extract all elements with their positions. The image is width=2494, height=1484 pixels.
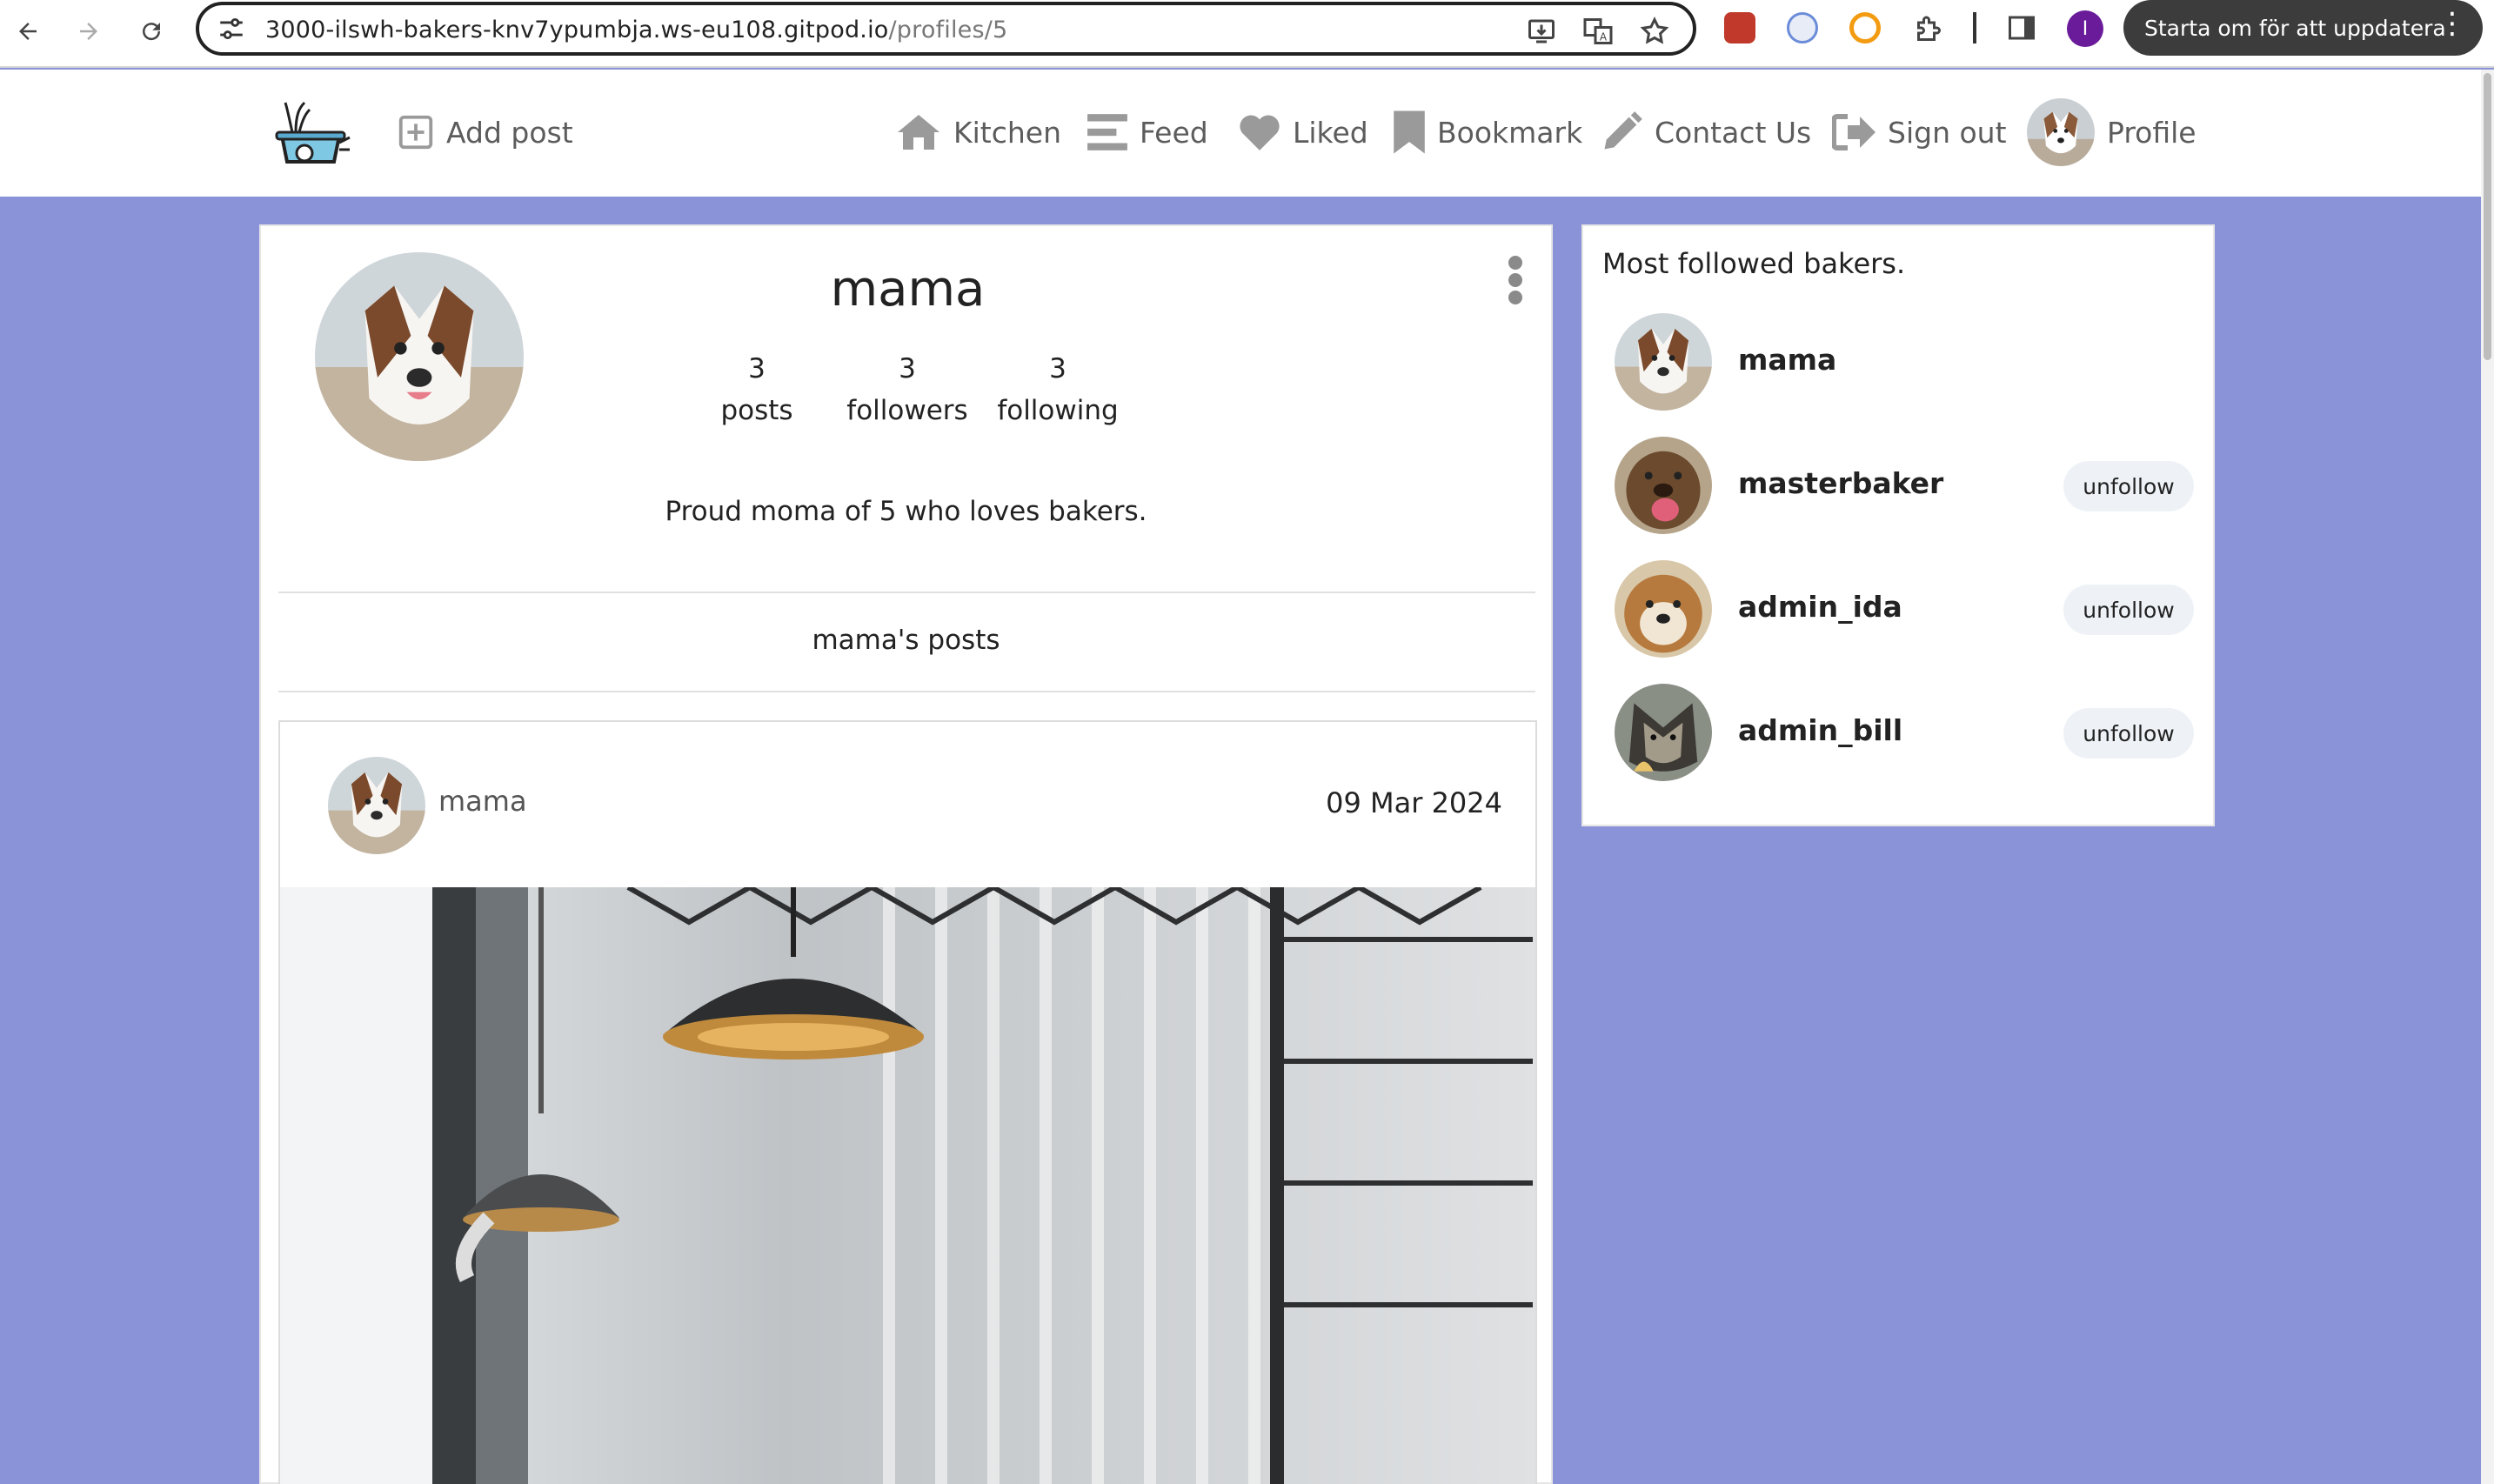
site-navbar: Add post Kitchen Feed Liked Bookmark Con… <box>0 70 2481 197</box>
stat-following-count: 3 <box>1049 353 1066 384</box>
bookmark-star-icon[interactable] <box>1639 16 1670 47</box>
stat-following-label: following <box>997 395 1119 426</box>
stat-posts-count: 3 <box>748 353 766 384</box>
nav-bookmark[interactable]: Bookmark <box>1392 104 1582 160</box>
reload-icon[interactable] <box>130 10 172 52</box>
logo-icon[interactable] <box>270 99 353 169</box>
forward-icon[interactable] <box>68 10 110 52</box>
scrollbar-thumb[interactable] <box>2484 73 2491 360</box>
baker-row-admin-ida[interactable]: admin_ida unfollow <box>1615 560 2194 658</box>
post-author-name[interactable]: mama <box>438 785 527 818</box>
translate-icon[interactable]: A <box>1582 16 1614 47</box>
profile-username: mama <box>830 261 986 318</box>
baker-row-mama[interactable]: mama <box>1615 313 2189 411</box>
stat-followers: 3 followers <box>820 348 994 431</box>
more-menu-icon[interactable]: ⋮ <box>2437 9 2467 38</box>
nav-feed[interactable]: Feed <box>1086 104 1208 160</box>
posts-section-title: mama's posts <box>812 625 1000 656</box>
stat-posts: 3 posts <box>670 348 844 431</box>
unfollow-button[interactable]: unfollow <box>2063 461 2194 511</box>
sign-out-icon <box>1832 114 1876 150</box>
page-scrollbar[interactable] <box>2481 70 2494 1484</box>
nav-sign-out[interactable]: Sign out <box>1832 104 2007 160</box>
site-settings-icon[interactable] <box>217 14 246 43</box>
extension-red-icon[interactable] <box>1724 12 1755 43</box>
nav-kitchen[interactable]: Kitchen <box>894 104 1061 160</box>
svg-text:A: A <box>1600 31 1608 43</box>
nav-feed-label: Feed <box>1140 115 1208 150</box>
stat-following: 3 following <box>971 348 1145 431</box>
browser-toolbar: 3000-ilswh-bakers-knv7ypumbja.ws-eu108.g… <box>0 0 2494 68</box>
feed-list-icon <box>1087 114 1127 150</box>
post-author-avatar[interactable] <box>328 757 425 854</box>
heart-icon <box>1240 115 1280 150</box>
profile-options-icon[interactable] <box>1507 256 1524 304</box>
stat-followers-label: followers <box>846 395 968 426</box>
post-image[interactable] <box>280 887 1535 1484</box>
nav-profile-avatar <box>2027 98 2095 166</box>
update-restart-button[interactable]: Starta om för att uppdatera ⋮ <box>2123 0 2483 56</box>
most-followed-title: Most followed bakers. <box>1602 247 1906 280</box>
baker-row-masterbaker[interactable]: masterbaker unfollow <box>1615 437 2194 534</box>
stat-posts-label: posts <box>720 395 793 426</box>
nav-bookmark-label: Bookmark <box>1437 115 1583 150</box>
nav-profile-label: Profile <box>2107 115 2196 150</box>
unfollow-button[interactable]: unfollow <box>2063 585 2194 635</box>
baker-name[interactable]: admin_ida <box>1738 590 1902 624</box>
extensions-puzzle-icon[interactable] <box>1912 12 1943 43</box>
toolbar-separator <box>1973 12 1976 43</box>
extension-orange-icon[interactable] <box>1849 12 1881 43</box>
baker-name[interactable]: admin_bill <box>1738 713 1902 747</box>
extension-blue-icon[interactable] <box>1787 12 1818 43</box>
nav-profile[interactable]: Profile <box>2027 97 2196 167</box>
stat-followers-count: 3 <box>899 353 916 384</box>
nav-add-post-label: Add post <box>446 115 573 150</box>
update-label: Starta om för att uppdatera <box>2144 15 2446 41</box>
divider <box>278 691 1535 692</box>
nav-liked[interactable]: Liked <box>1237 104 1368 160</box>
post-card[interactable]: mama 09 Mar 2024 <box>278 720 1537 1484</box>
divider <box>278 592 1535 593</box>
baker-row-admin-bill[interactable]: admin_bill unfollow <box>1615 684 2194 781</box>
baker-name[interactable]: masterbaker <box>1738 466 1943 500</box>
most-followed-card: Most followed bakers. mama masterbaker u… <box>1581 224 2215 826</box>
pencil-icon <box>1604 111 1642 150</box>
unfollow-button[interactable]: unfollow <box>2063 708 2194 759</box>
baker-name[interactable]: mama <box>1738 343 1836 377</box>
address-bar[interactable]: 3000-ilswh-bakers-knv7ypumbja.ws-eu108.g… <box>196 2 1696 56</box>
post-date: 09 Mar 2024 <box>1326 786 1502 819</box>
nav-liked-label: Liked <box>1293 115 1368 150</box>
nav-add-post[interactable]: Add post <box>396 104 573 160</box>
bookmark-icon <box>1394 110 1425 154</box>
baker-avatar[interactable] <box>1615 437 1712 534</box>
baker-avatar[interactable] <box>1615 313 1712 411</box>
profile-bio: Proud moma of 5 who loves bakers. <box>665 496 1147 527</box>
baker-avatar[interactable] <box>1615 684 1712 781</box>
side-panel-icon[interactable] <box>2006 12 2037 43</box>
plus-square-icon <box>398 115 433 150</box>
nav-sign-out-label: Sign out <box>1888 115 2007 150</box>
browser-profile-avatar[interactable]: I <box>2067 10 2103 47</box>
baker-avatar[interactable] <box>1615 560 1712 658</box>
profile-card: mama 3 posts 3 followers 3 following Pro… <box>259 224 1553 1484</box>
url-text: 3000-ilswh-bakers-knv7ypumbja.ws-eu108.g… <box>265 17 1008 43</box>
back-icon[interactable] <box>7 10 49 52</box>
nav-kitchen-label: Kitchen <box>953 115 1062 150</box>
nav-contact-label: Contact Us <box>1655 115 1812 150</box>
nav-contact[interactable]: Contact Us <box>1599 104 1811 160</box>
home-icon <box>898 115 939 150</box>
install-app-icon[interactable] <box>1526 16 1557 47</box>
